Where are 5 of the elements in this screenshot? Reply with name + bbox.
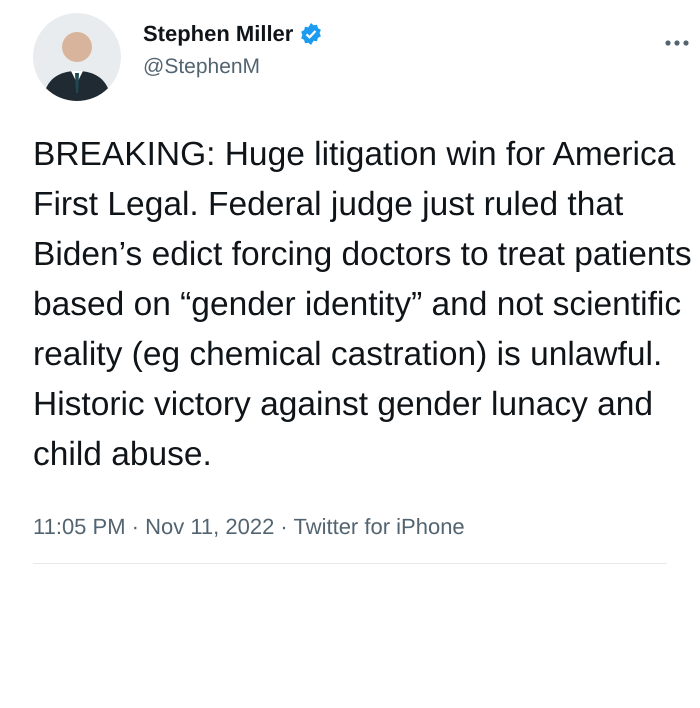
more-icon[interactable] xyxy=(664,39,690,47)
author-name[interactable]: Stephen Miller xyxy=(143,21,294,47)
tweet-text: BREAKING: Huge litigation win for America First Legal. Federal judge just ruled that Biden’s edict forcing doctors to treat patients based on “gender identity” and not scientific reality (eg chemical castration) is unlawful. Historic victory against gender lunacy and child abuse. xyxy=(33,135,693,475)
author-handle[interactable]: @StephenM xyxy=(143,55,642,79)
tweet-timestamp[interactable]: 11:05 PM · Nov 11, 2022 · Twitter for iPhone xyxy=(33,514,465,540)
